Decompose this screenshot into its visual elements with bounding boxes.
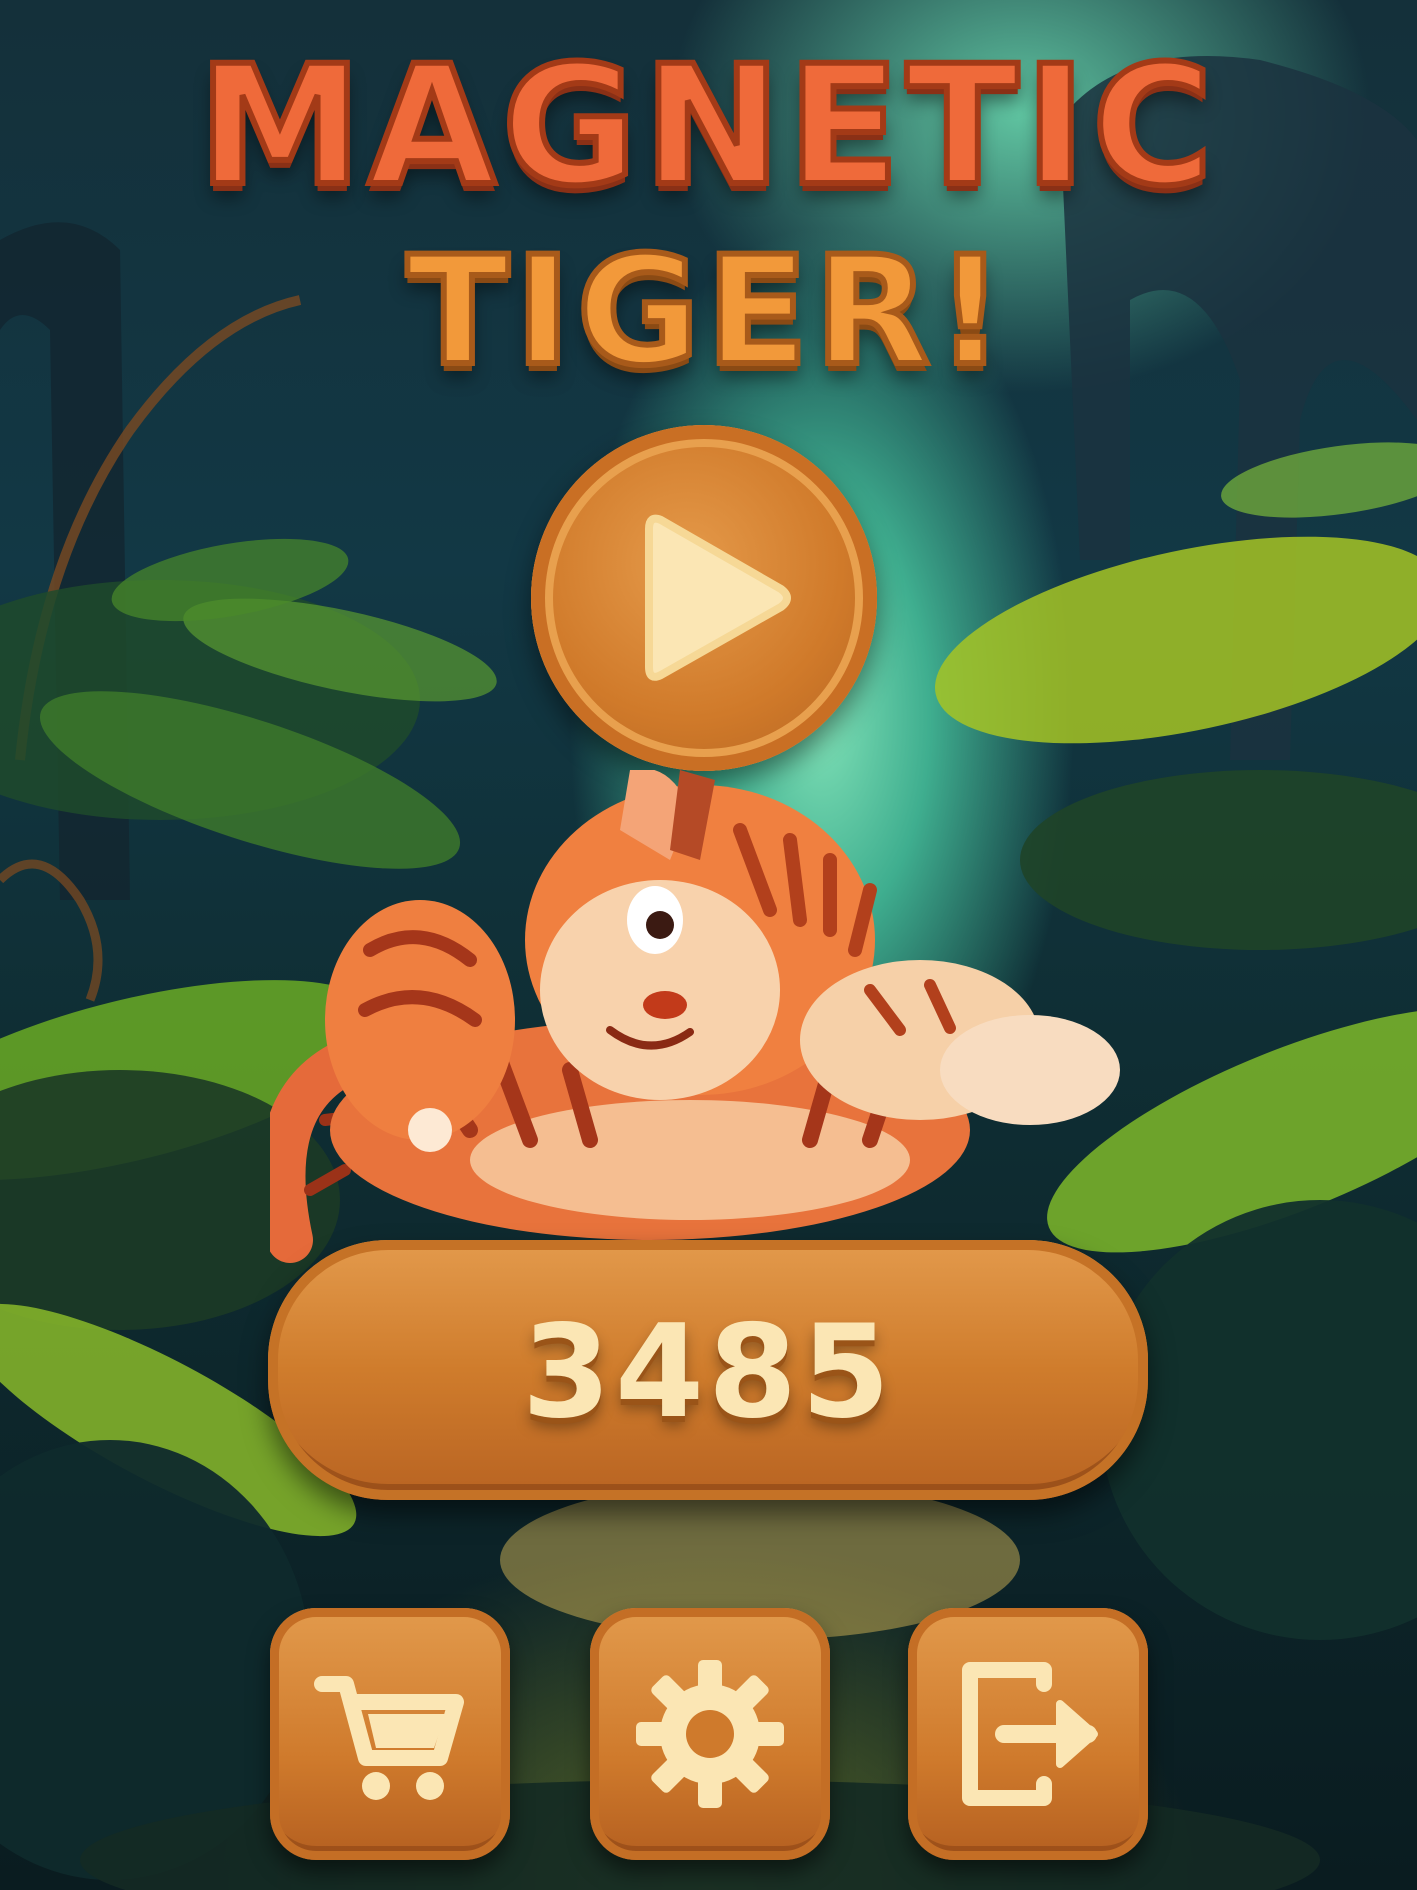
tiger-character	[259, 768, 1170, 1270]
shopping-cart-icon	[314, 1676, 464, 1800]
game-title-line2: TIGER!	[404, 222, 1011, 402]
shop-button[interactable]	[270, 1608, 510, 1860]
exit-button[interactable]	[908, 1608, 1148, 1860]
settings-button[interactable]	[590, 1608, 830, 1860]
exit-icon	[962, 1662, 1098, 1806]
score-value: 3485	[521, 1298, 895, 1447]
play-button[interactable]	[531, 425, 877, 771]
gear-icon	[636, 1660, 784, 1808]
score-panel: 3485	[268, 1240, 1148, 1500]
tiger-illustration	[259, 768, 1120, 1263]
game-main-menu: MAGNETIC TIGER! 3485	[0, 0, 1417, 1890]
play-icon	[645, 514, 791, 681]
game-title-line1: MAGNETIC	[195, 27, 1220, 225]
